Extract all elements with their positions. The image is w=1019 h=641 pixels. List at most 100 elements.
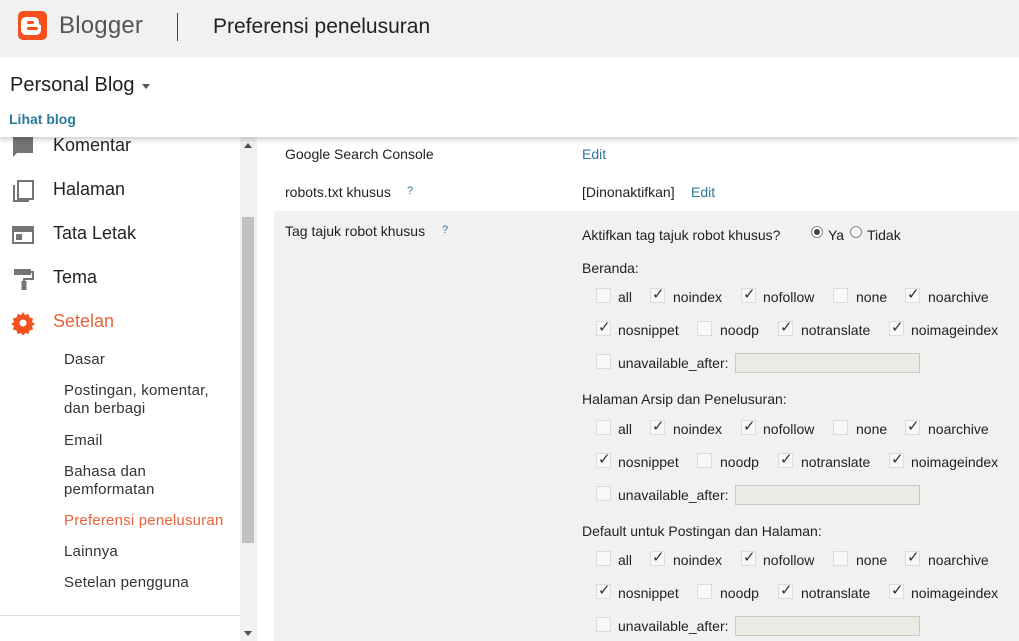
checkbox-nosnippet[interactable] <box>596 318 611 336</box>
checkbox-label: unavailable_after: <box>618 355 729 371</box>
unavailable-after-input[interactable] <box>735 353 920 373</box>
checkbox-noindex[interactable] <box>650 285 665 303</box>
checkbox-notranslate[interactable] <box>778 581 793 599</box>
checkbox-label: noarchive <box>928 289 989 305</box>
checkbox-noimageindex[interactable] <box>889 450 904 468</box>
sidebar-scrollbar[interactable] <box>240 137 257 641</box>
checkbox-unavailable-after[interactable] <box>596 617 611 632</box>
checkbox-all[interactable] <box>596 288 611 303</box>
checkbox-label: all <box>618 421 633 437</box>
scroll-down-icon[interactable] <box>244 631 252 636</box>
header-divider <box>177 13 178 41</box>
sub-item-preferensi-penelusuran[interactable]: Preferensi penelusuran <box>64 512 234 530</box>
gear-icon <box>11 312 35 335</box>
sidebar-item-halaman[interactable]: Halaman <box>0 176 240 206</box>
unavailable-after-input[interactable] <box>735 616 920 636</box>
top-bar: Blogger Preferensi penelusuran <box>0 0 1019 57</box>
comment-icon <box>13 137 33 157</box>
checkbox-noindex[interactable] <box>650 548 665 566</box>
sidebar-item-setelan[interactable]: Setelan <box>0 308 240 338</box>
sidebar-item-label: Halaman <box>53 179 126 199</box>
scroll-up-icon[interactable] <box>244 143 252 148</box>
page-title: Preferensi penelusuran <box>213 15 431 38</box>
sub-item-setelan-pengguna[interactable]: Setelan pengguna <box>64 574 234 592</box>
checkbox-noodp[interactable] <box>697 584 712 599</box>
checkbox-noimageindex[interactable] <box>889 581 904 599</box>
divider <box>0 615 240 616</box>
sub-item-postingan-komentar-berbagi[interactable]: Postingan, komentar, dan berbagi <box>64 382 234 418</box>
radio-ya-label[interactable]: Ya <box>828 227 844 243</box>
robot-tags-label: Tag tajuk robot khusus <box>285 223 426 239</box>
checkbox-label: nosnippet <box>618 585 679 601</box>
robots-txt-label: robots.txt khusus <box>285 184 391 200</box>
checkbox-label: all <box>618 552 633 568</box>
blogger-logo-icon[interactable] <box>18 11 47 40</box>
checkbox-nofollow[interactable] <box>741 548 756 566</box>
view-blog-link[interactable]: Lihat blog <box>9 111 76 127</box>
robots-txt-status: [Dinonaktifkan] <box>582 184 675 200</box>
checkbox-label: unavailable_after: <box>618 487 729 503</box>
scrollbar-thumb[interactable] <box>242 217 254 543</box>
brand-name[interactable]: Blogger <box>59 12 143 40</box>
checkbox-none[interactable] <box>833 551 848 566</box>
robots-txt-edit-link[interactable]: Edit <box>691 184 715 200</box>
checkbox-noindex[interactable] <box>650 417 665 435</box>
checkbox-label: all <box>618 289 633 305</box>
checkbox-label: notranslate <box>801 454 871 470</box>
checkbox-label: noarchive <box>928 421 989 437</box>
checkbox-label: nofollow <box>763 552 815 568</box>
sidebar-item-tata-letak[interactable]: Tata Letak <box>0 220 240 250</box>
checkbox-label: none <box>856 552 888 568</box>
sub-item-dasar[interactable]: Dasar <box>64 351 234 369</box>
checkbox-label: noodp <box>720 585 759 601</box>
sidebar-item-label: Komentar <box>53 137 132 155</box>
checkbox-label: noimageindex <box>911 322 999 338</box>
robot-tags-panel: Tag tajuk robot khusus ? Aktifkan tag ta… <box>274 211 1019 641</box>
checkbox-noodp[interactable] <box>697 453 712 468</box>
checkbox-none[interactable] <box>833 420 848 435</box>
checkbox-noimageindex[interactable] <box>889 318 904 336</box>
checkbox-none[interactable] <box>833 288 848 303</box>
radio-tidak-label[interactable]: Tidak <box>867 227 901 243</box>
checkbox-nosnippet[interactable] <box>596 450 611 468</box>
checkbox-noarchive[interactable] <box>905 548 920 566</box>
checkbox-label: noodp <box>720 322 759 338</box>
checkbox-nofollow[interactable] <box>741 417 756 435</box>
checkbox-notranslate[interactable] <box>778 318 793 336</box>
checkbox-unavailable-after[interactable] <box>596 486 611 501</box>
checkbox-unavailable-after[interactable] <box>596 354 611 369</box>
pages-icon <box>13 180 34 202</box>
checkbox-label: noindex <box>673 552 723 568</box>
sub-item-bahasa-pemformatan[interactable]: Bahasa dan pemformatan <box>64 463 234 499</box>
radio-tidak[interactable] <box>850 226 862 238</box>
blog-header: Personal Blog Lihat blog <box>0 57 1019 137</box>
checkbox-label: nofollow <box>763 289 815 305</box>
checkbox-nosnippet[interactable] <box>596 581 611 599</box>
search-console-edit-link[interactable]: Edit <box>582 146 606 162</box>
checkbox-noodp[interactable] <box>697 321 712 336</box>
checkbox-label: none <box>856 421 888 437</box>
blog-selector[interactable]: Personal Blog <box>10 74 135 97</box>
robot-tags-help-icon[interactable]: ? <box>442 224 448 236</box>
checkbox-label: unavailable_after: <box>618 618 729 634</box>
search-console-label: Google Search Console <box>285 146 434 162</box>
enable-question: Aktifkan tag tajuk robot khusus? <box>582 227 781 243</box>
sub-item-email[interactable]: Email <box>64 432 234 450</box>
checkbox-notranslate[interactable] <box>778 450 793 468</box>
caret-down-icon[interactable] <box>142 84 150 89</box>
checkbox-noarchive[interactable] <box>905 285 920 303</box>
checkbox-all[interactable] <box>596 420 611 435</box>
section-title: Beranda: <box>582 260 639 276</box>
sidebar: Komentar Halaman Tata Letak Tema Setelan <box>0 137 257 641</box>
radio-ya[interactable] <box>811 226 823 238</box>
section-title: Default untuk Postingan dan Halaman: <box>582 523 822 539</box>
checkbox-nofollow[interactable] <box>741 285 756 303</box>
unavailable-after-input[interactable] <box>735 485 920 505</box>
sub-item-lainnya[interactable]: Lainnya <box>64 543 234 561</box>
robots-txt-help-icon[interactable]: ? <box>407 185 413 197</box>
sidebar-item-tema[interactable]: Tema <box>0 264 240 294</box>
checkbox-noarchive[interactable] <box>905 417 920 435</box>
sidebar-item-komentar[interactable]: Komentar <box>0 137 240 162</box>
checkbox-all[interactable] <box>596 551 611 566</box>
main-content: Google Search Console Edit robots.txt kh… <box>257 137 1019 641</box>
